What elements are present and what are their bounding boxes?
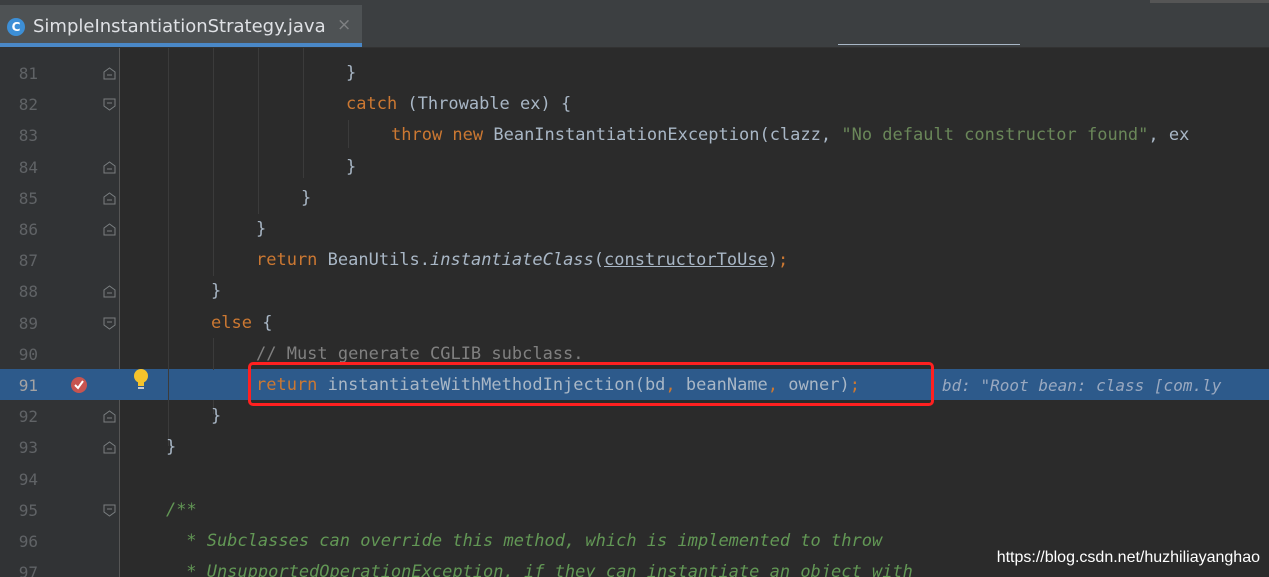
- lightbulb-icon[interactable]: [132, 368, 150, 392]
- code-line[interactable]: 93}: [0, 432, 1269, 463]
- fold-marker-icon[interactable]: [103, 67, 116, 80]
- fold-marker-icon[interactable]: [103, 317, 116, 330]
- line-number[interactable]: 97: [0, 557, 38, 577]
- line-number[interactable]: 92: [0, 401, 38, 432]
- tab-simple-instantiation-strategy[interactable]: C SimpleInstantiationStrategy.java ×: [0, 5, 362, 47]
- code-text: }: [211, 281, 222, 302]
- code-text: }: [346, 156, 357, 177]
- breakpoint-icon[interactable]: [70, 376, 88, 394]
- fold-marker-icon[interactable]: [103, 98, 116, 111]
- fold-marker-icon[interactable]: [103, 410, 116, 423]
- fold-marker-icon[interactable]: [103, 504, 116, 517]
- code-line[interactable]: 85}: [0, 183, 1269, 214]
- fold-marker-icon[interactable]: [103, 285, 116, 298]
- line-number[interactable]: 94: [0, 464, 38, 495]
- code-text: }: [211, 406, 222, 427]
- code-line[interactable]: 89 else {: [0, 308, 1269, 339]
- annotation-highlight-box: [248, 362, 934, 406]
- code-line[interactable]: 82 catch (Throwable ex) {: [0, 89, 1269, 120]
- line-number[interactable]: 85: [0, 183, 38, 214]
- line-number[interactable]: 86: [0, 214, 38, 245]
- line-number[interactable]: 81: [0, 58, 38, 89]
- java-class-icon: C: [7, 18, 25, 36]
- code-line[interactable]: 87 return BeanUtils.instantiateClass(cons…: [0, 245, 1269, 276]
- code-editor[interactable]: 81} 82 catch (Throwable ex) {83 throw new B…: [0, 44, 1269, 577]
- tab-bar-edge: [1150, 0, 1269, 3]
- code-text: }: [301, 187, 312, 208]
- line-number[interactable]: 84: [0, 152, 38, 183]
- line-number[interactable]: 88: [0, 276, 38, 307]
- code-line[interactable]: 88}: [0, 276, 1269, 307]
- inline-debug-value: bd: "Root bean: class [com.ly: [942, 376, 1222, 395]
- fold-marker-icon[interactable]: [103, 160, 116, 174]
- clipped-underline: [838, 43, 1020, 45]
- code-text: /**: [166, 499, 197, 520]
- code-text: * UnsupportedOperationException, if they…: [176, 562, 913, 577]
- fold-marker-icon[interactable]: [103, 192, 116, 205]
- code-line[interactable]: 95 /**: [0, 495, 1269, 526]
- code-text: return BeanUtils.instantiateClass(constr…: [256, 250, 789, 271]
- line-number[interactable]: 87: [0, 245, 38, 276]
- line-number[interactable]: 95: [0, 495, 38, 526]
- code-text: }: [166, 437, 177, 458]
- line-number[interactable]: 83: [0, 120, 38, 151]
- tab-close-icon[interactable]: ×: [337, 15, 351, 35]
- code-text: }: [346, 63, 357, 83]
- line-number[interactable]: 93: [0, 432, 38, 463]
- ide-window: C SimpleInstantiationStrategy.java × 81}…: [0, 0, 1269, 577]
- fold-marker-icon[interactable]: [103, 441, 116, 454]
- line-number[interactable]: 82: [0, 89, 38, 120]
- fold-marker-icon[interactable]: [103, 223, 116, 236]
- line-number[interactable]: 89: [0, 308, 38, 339]
- code-text: * Subclasses can override this method, w…: [176, 531, 883, 551]
- code-line[interactable]: 81}: [0, 58, 1269, 89]
- code-line[interactable]: 84}: [0, 152, 1269, 183]
- watermark: https://blog.csdn.net/huzhiliayanghao: [996, 549, 1260, 566]
- code-text: throw new BeanInstantiationException(cla…: [391, 125, 1190, 146]
- code-text: else {: [211, 312, 273, 333]
- code-line[interactable]: 86}: [0, 214, 1269, 245]
- code-text: }: [256, 219, 267, 239]
- editor-tab-bar: C SimpleInstantiationStrategy.java ×: [0, 0, 1269, 48]
- code-text: catch (Throwable ex) {: [346, 94, 572, 115]
- line-number[interactable]: 91: [0, 370, 38, 401]
- code-line[interactable]: 83 throw new BeanInstantiationException(c…: [0, 120, 1269, 151]
- tab-title: SimpleInstantiationStrategy.java: [33, 16, 326, 37]
- line-number[interactable]: 90: [0, 339, 38, 370]
- line-number[interactable]: 96: [0, 526, 38, 557]
- code-line[interactable]: 94: [0, 464, 1269, 495]
